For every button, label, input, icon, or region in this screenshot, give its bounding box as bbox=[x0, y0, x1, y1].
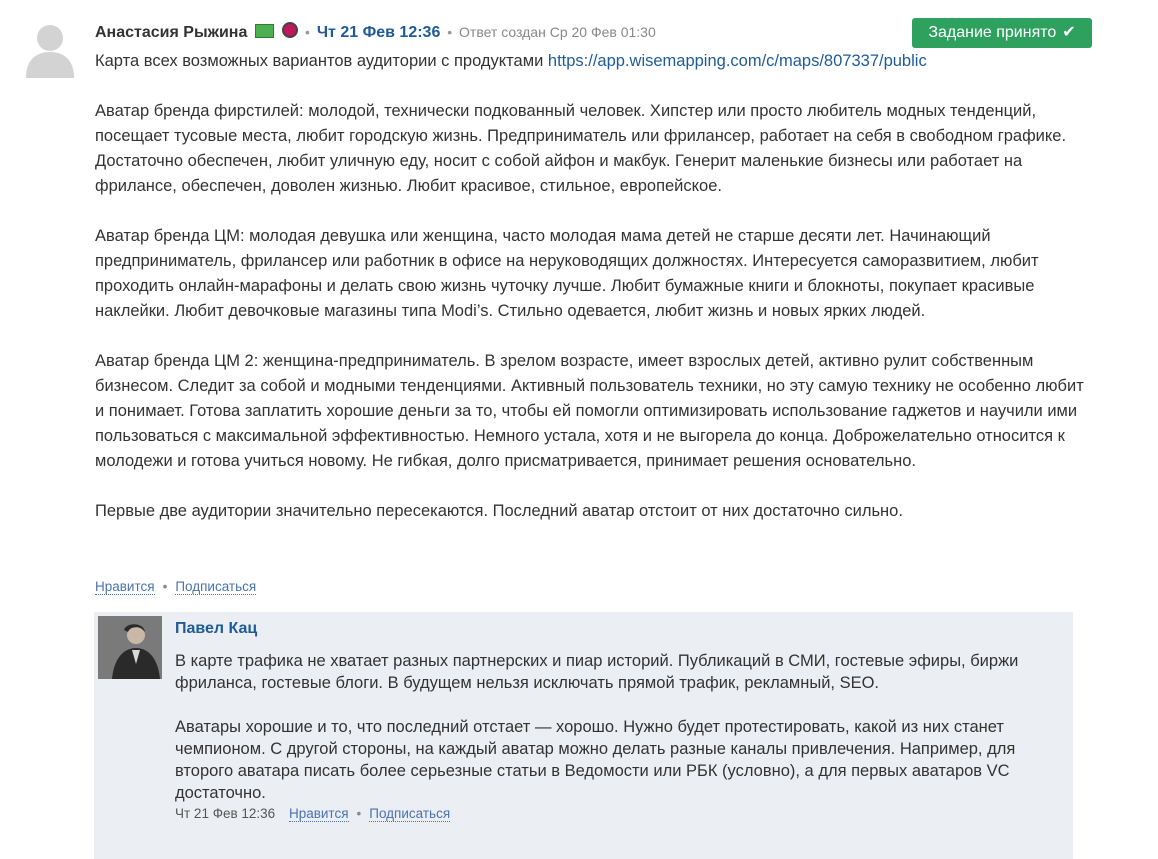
round-medal-icon bbox=[282, 22, 299, 38]
reply-time: Чт 21 Фев 12:36 bbox=[175, 806, 276, 821]
post-author-name[interactable]: Анастасия Рыжина bbox=[95, 24, 247, 41]
reply-paragraph-1: В карте трафика не хватает разных партне… bbox=[175, 652, 1019, 692]
author-avatar-placeholder-icon[interactable] bbox=[20, 18, 80, 78]
wisemapping-link[interactable]: https://app.wisemapping.com/c/maps/80733… bbox=[548, 52, 927, 70]
checkmark-icon: ✔ bbox=[1062, 24, 1076, 41]
header-separator: • bbox=[305, 24, 310, 40]
money-badge-icon bbox=[255, 24, 275, 38]
post-datetime-link[interactable]: Чт 21 Фев 12:36 bbox=[317, 24, 441, 41]
reply-comment: Павел Кац В карте трафика не хватает раз… bbox=[94, 612, 1073, 859]
reply-subscribe-link[interactable]: Подписаться bbox=[369, 806, 451, 822]
post-created-info: Ответ создан Ср 20 Фев 01:30 bbox=[459, 24, 656, 40]
post-intro: Карта всех возможных вариантов аудитории… bbox=[95, 49, 1095, 74]
post-paragraph-3: Аватар бренда ЦМ 2: женщина-предпринимат… bbox=[95, 352, 1084, 470]
post-intro-text: Карта всех возможных вариантов аудитории… bbox=[95, 52, 548, 70]
post-body: Карта всех возможных вариантов аудитории… bbox=[95, 49, 1095, 549]
reply-body: В карте трафика не хватает разных партне… bbox=[175, 650, 1055, 826]
like-link[interactable]: Нравится bbox=[95, 579, 155, 595]
post-paragraph-2: Аватар бренда ЦМ: молодая девушка или же… bbox=[95, 227, 1039, 320]
reply-paragraph-2: Аватары хорошие и то, что последний отст… bbox=[175, 718, 1016, 802]
post-paragraph-1: Аватар бренда фирстилей: молодой, технич… bbox=[95, 102, 1067, 195]
actions-separator: • bbox=[162, 579, 168, 594]
post-paragraph-4: Первые две аудитории значительно пересек… bbox=[95, 502, 903, 520]
task-accepted-button[interactable]: Задание принято ✔ bbox=[912, 18, 1092, 48]
task-accepted-label: Задание принято bbox=[928, 24, 1057, 41]
reply-actions: Чт 21 Фев 12:36 Нравится • Подписаться bbox=[175, 804, 451, 824]
reply-author-avatar[interactable] bbox=[98, 616, 162, 679]
post-actions: Нравится • Подписаться bbox=[95, 577, 257, 597]
subscribe-link[interactable]: Подписаться bbox=[175, 579, 257, 595]
reply-like-link[interactable]: Нравится bbox=[288, 806, 349, 822]
reply-author-name[interactable]: Павел Кац bbox=[175, 619, 257, 639]
reply-actions-separator: • bbox=[356, 806, 362, 821]
header-separator-2: • bbox=[447, 24, 453, 40]
